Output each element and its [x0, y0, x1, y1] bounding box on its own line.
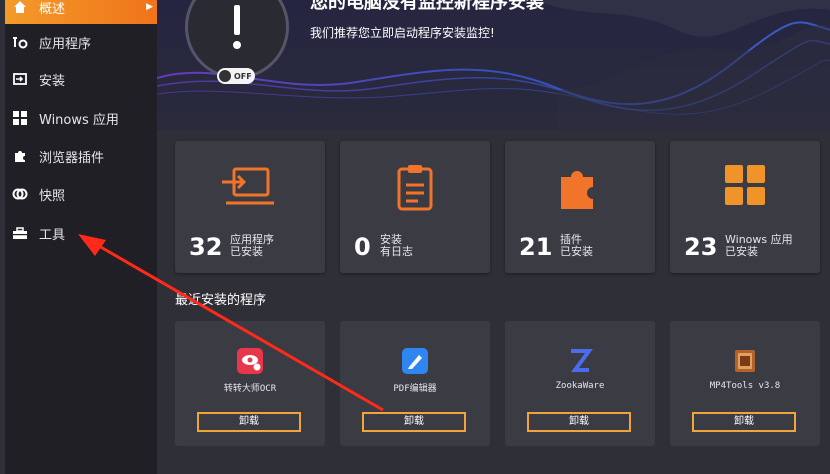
stat-number: 21 [519, 233, 553, 261]
sidebar-item-apps[interactable]: 应用程序 [5, 25, 157, 59]
puzzle-icon [11, 147, 29, 165]
install-icon [11, 70, 29, 88]
uninstall-button[interactable]: 卸载 [362, 412, 466, 432]
sidebar-item-label: Winows 应用 [39, 112, 119, 128]
uninstall-button[interactable]: 卸载 [197, 412, 301, 432]
sidebar-item-label: 应用程序 [39, 36, 92, 52]
snapshot-icon [11, 185, 29, 203]
stat-card-windows-apps[interactable]: 23 Winows 应用 已安装 [670, 141, 820, 273]
app-name: 转转大师OCR [223, 384, 277, 394]
sidebar-item-label: 快照 [39, 188, 66, 204]
home-icon [11, 0, 29, 16]
stat-number: 0 [354, 233, 371, 261]
sidebar-item-label: 工具 [39, 227, 66, 243]
banner-title: 您的电脑没有监控新程序安装 [310, 0, 544, 13]
stat-card-plugins[interactable]: 21 插件 已安装 [505, 141, 655, 273]
sidebar-item-label: 浏览器插件 [39, 150, 105, 166]
sidebar-item-label: 概述 [39, 1, 66, 17]
stat-number: 23 [684, 233, 718, 261]
app-name: PDF编辑器 [393, 384, 437, 394]
windows-grid-icon [11, 109, 29, 127]
stat-label: 应用程序 已安装 [230, 233, 274, 258]
exclamation-icon [233, 5, 241, 49]
stat-label: 插件 已安装 [560, 233, 593, 258]
mp4tools-icon [732, 348, 758, 374]
stat-label: 安装 有日志 [380, 233, 413, 258]
chevron-right-icon: ▶ [146, 2, 153, 12]
sidebar: 概述 ▶ 应用程序 安装 Winows 应用 浏览器插件 快照 工具 [5, 0, 157, 474]
monitor-arrow-icon [222, 163, 278, 215]
sidebar-item-snapshots[interactable]: 快照 [5, 177, 157, 211]
z-logo-icon [567, 348, 593, 374]
sidebar-item-tools[interactable]: 工具 [5, 216, 157, 250]
eye-ocr-icon [237, 348, 263, 374]
sidebar-item-browser-plugins[interactable]: 浏览器插件 [5, 139, 157, 173]
sidebar-item-overview[interactable]: 概述 ▶ [5, 0, 157, 24]
windows-grid-icon [723, 163, 767, 211]
stat-card-installs[interactable]: 0 安装 有日志 [340, 141, 490, 273]
banner-subtitle: 我们推荐您立即启动程序安装监控! [310, 26, 495, 40]
recent-app-card: MP4Tools v3.8 卸载 [670, 321, 820, 446]
sidebar-item-label: 安装 [39, 73, 66, 89]
toggle-knob [219, 70, 231, 82]
uninstall-button[interactable]: 卸载 [527, 412, 631, 432]
main-panel: OFF 您的电脑没有监控新程序安装 我们推荐您立即启动程序安装监控! 32 应用… [157, 0, 830, 474]
puzzle-icon [555, 163, 605, 215]
monitor-banner: OFF 您的电脑没有监控新程序安装 我们推荐您立即启动程序安装监控! [157, 0, 830, 130]
sidebar-item-windows-apps[interactable]: Winows 应用 [5, 101, 157, 135]
uninstall-button[interactable]: 卸载 [692, 412, 796, 432]
stat-number: 32 [189, 233, 223, 261]
recent-app-card: PDF编辑器 卸载 [340, 321, 490, 446]
app-name: MP4Tools v3.8 [709, 381, 781, 391]
pdf-pen-icon [402, 348, 428, 374]
app-name: ZookaWare [555, 381, 605, 391]
monitor-toggle[interactable]: OFF [217, 68, 255, 84]
recent-installs-title: 最近安装的程序 [175, 293, 267, 308]
toolbox-icon [11, 224, 29, 242]
stat-label: Winows 应用 已安装 [725, 233, 793, 258]
clipboard-icon [395, 163, 435, 215]
toggle-label: OFF [234, 71, 252, 81]
sidebar-item-install[interactable]: 安装 [5, 62, 157, 96]
apps-icon [11, 33, 29, 51]
recent-app-card: ZookaWare 卸载 [505, 321, 655, 446]
stat-card-apps[interactable]: 32 应用程序 已安装 [175, 141, 325, 273]
recent-app-card: 转转大师OCR 卸载 [175, 321, 325, 446]
